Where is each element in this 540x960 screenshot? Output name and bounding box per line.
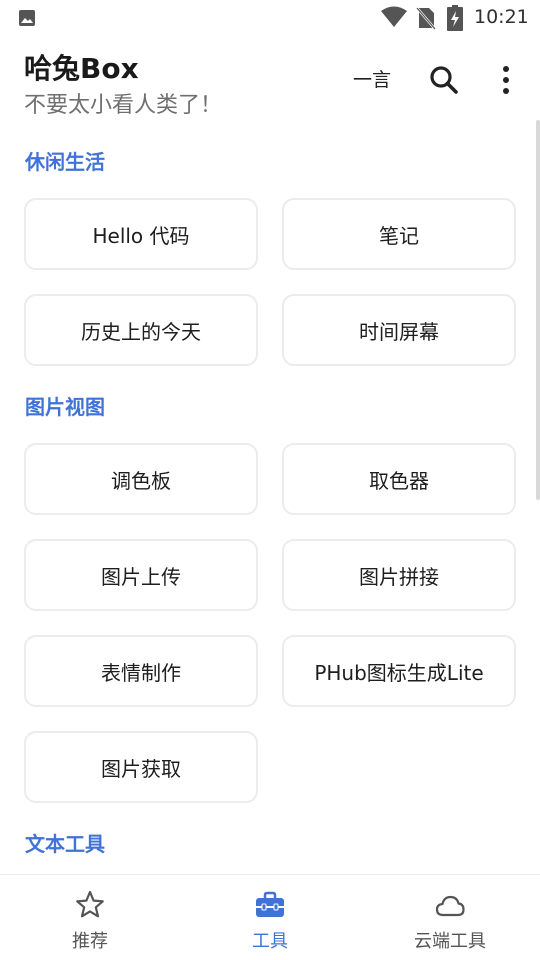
nav-label-recommend: 推荐 [72, 931, 108, 952]
star-icon [76, 890, 104, 918]
tool-card-image-upload[interactable]: 图片上传 [24, 539, 258, 611]
tool-card-color-picker[interactable]: 取色器 [282, 443, 516, 515]
more-options-icon[interactable] [490, 60, 522, 100]
app-title: 哈兔Box [24, 52, 139, 85]
tool-list[interactable]: 休闲生活 Hello 代码 笔记 历史上的今天 时间屏幕 图片视图 调色板 取色… [0, 120, 540, 874]
bottom-navigation: 推荐 工具 云端工具 [0, 874, 540, 960]
section-title-leisure: 休闲生活 [25, 150, 105, 174]
search-icon[interactable] [424, 60, 464, 100]
app-subtitle: 不要太小看人类了！ [24, 93, 223, 118]
yiyan-button[interactable]: 一言 [346, 64, 398, 96]
tool-card-meme-maker[interactable]: 表情制作 [24, 635, 258, 707]
wifi-icon [381, 6, 407, 27]
image-notification-icon [19, 10, 35, 26]
tool-card-time-screen[interactable]: 时间屏幕 [282, 294, 516, 366]
nav-tools[interactable]: 工具 [180, 875, 360, 960]
tool-card-palette[interactable]: 调色板 [24, 443, 258, 515]
nav-label-cloud-tools: 云端工具 [414, 931, 486, 952]
section-title-image-view: 图片视图 [25, 395, 105, 419]
nav-label-tools: 工具 [252, 931, 288, 952]
tool-card-phub-logo-lite[interactable]: PHub图标生成Lite [282, 635, 516, 707]
status-bar: 10:21 [0, 0, 540, 36]
tool-card-today-in-history[interactable]: 历史上的今天 [24, 294, 258, 366]
toolbox-icon [256, 891, 284, 917]
cloud-icon [435, 895, 465, 917]
scrollbar[interactable] [536, 120, 540, 500]
status-time: 10:21 [474, 6, 529, 28]
tool-card-hello-code[interactable]: Hello 代码 [24, 198, 258, 270]
no-sim-icon [416, 7, 436, 30]
tool-card-image-stitch[interactable]: 图片拼接 [282, 539, 516, 611]
tool-card-image-fetch[interactable]: 图片获取 [24, 731, 258, 803]
tool-card-notes[interactable]: 笔记 [282, 198, 516, 270]
battery-charging-icon [447, 5, 463, 31]
nav-cloud-tools[interactable]: 云端工具 [360, 875, 540, 960]
section-title-text-tools: 文本工具 [25, 832, 105, 856]
app-bar: 哈兔Box 不要太小看人类了！ 一言 [0, 36, 540, 120]
nav-recommend[interactable]: 推荐 [0, 875, 180, 960]
